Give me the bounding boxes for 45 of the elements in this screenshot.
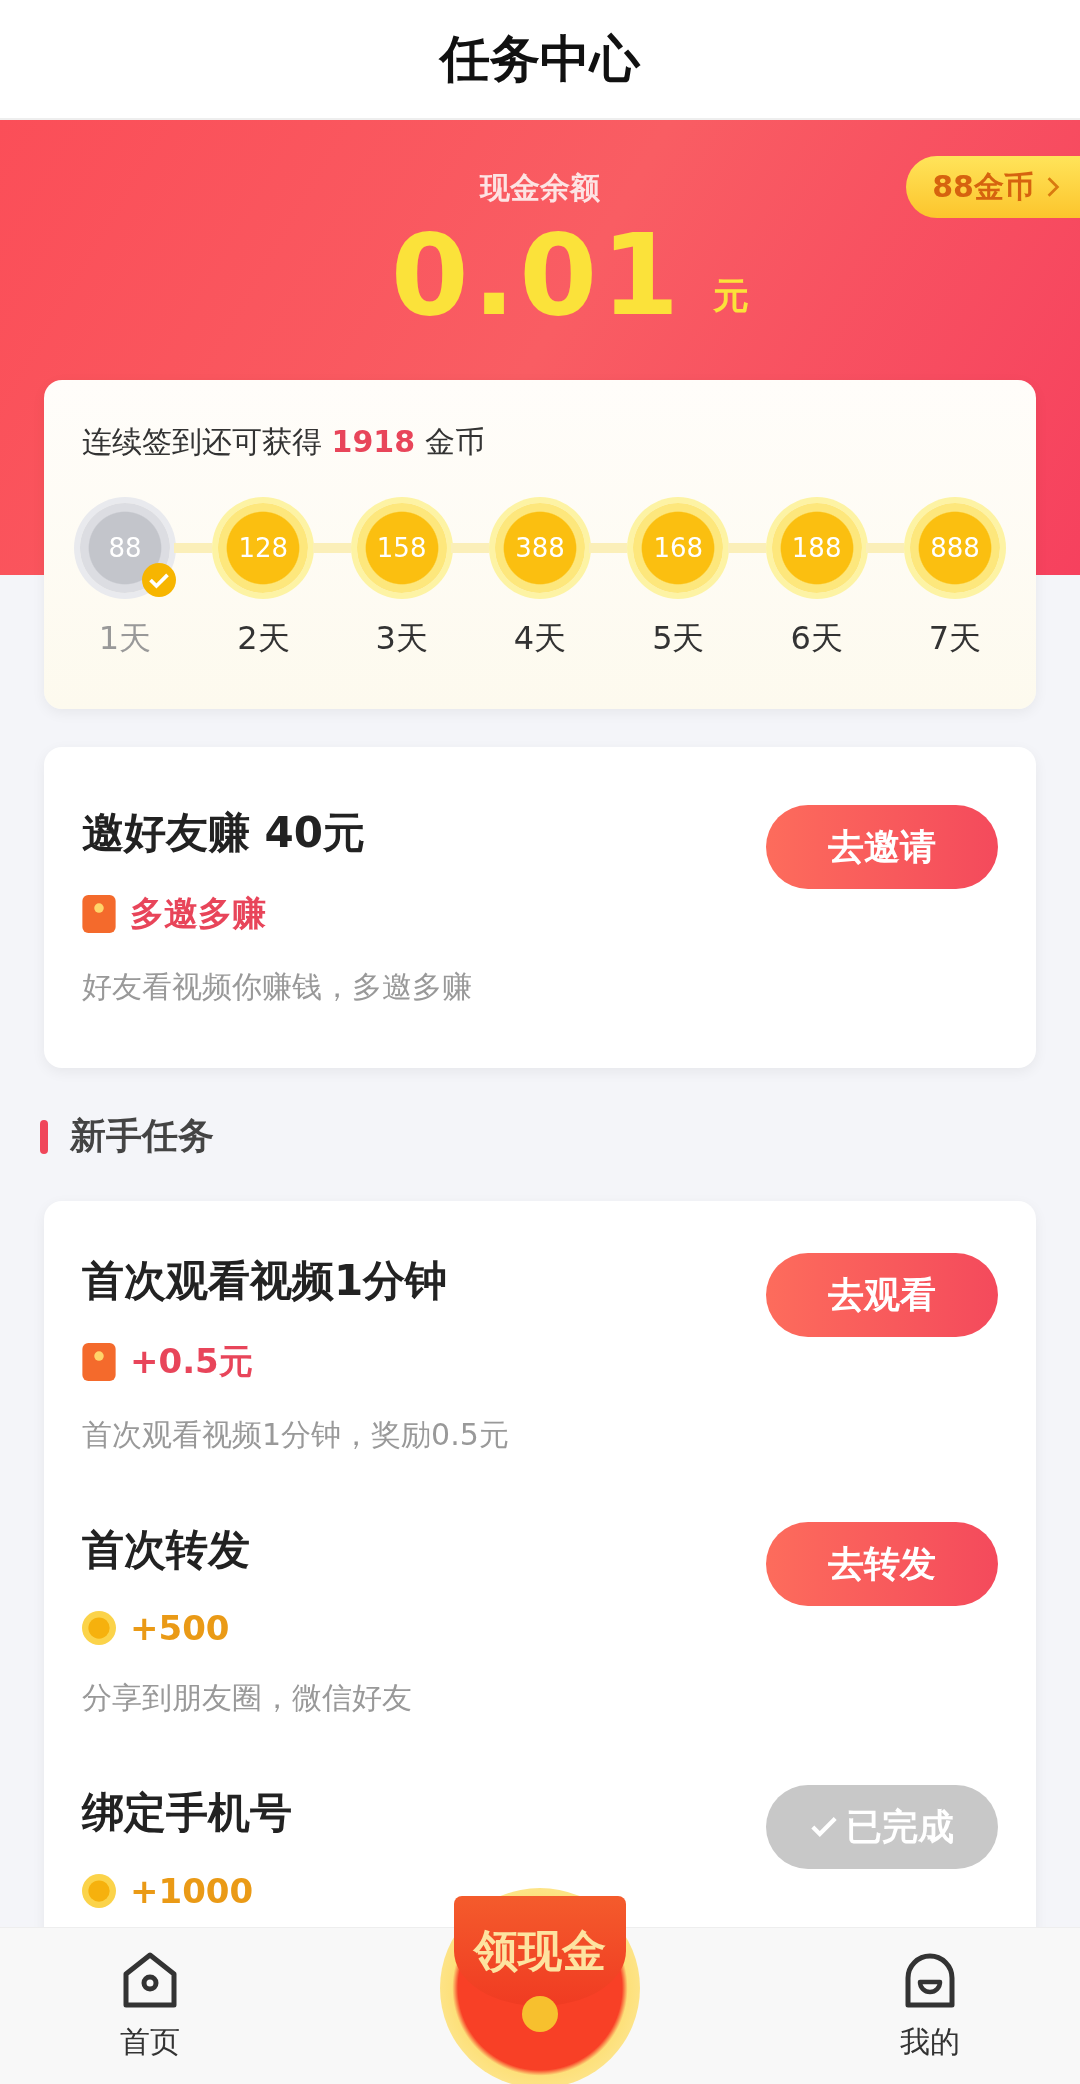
- day-label: 2天: [237, 618, 290, 659]
- coin-icon: [82, 1872, 116, 1910]
- day-label: 5天: [652, 618, 705, 659]
- task-description: 首次观看视频1分钟，奖励0.5元: [82, 1416, 509, 1454]
- profile-tab[interactable]: 我的: [900, 1928, 960, 2084]
- reward-text: 多邀多赚: [130, 892, 266, 935]
- currency-unit: 元: [713, 273, 750, 318]
- signin-text: 连续签到还可获得 1918 金币: [81, 423, 486, 461]
- coin-icon: [82, 1609, 116, 1647]
- task-description: 好友看视频你赚钱，多邀多赚: [82, 968, 472, 1006]
- task-title: 邀好友赚 40元: [82, 807, 367, 859]
- section-title: 新手任务: [70, 1114, 214, 1158]
- envelope-icon: [82, 895, 116, 933]
- progress-connector: [451, 543, 489, 553]
- page-title: 任务中心: [440, 28, 640, 90]
- reward-text: +0.5元: [130, 1340, 253, 1383]
- day-label: 3天: [375, 618, 428, 659]
- day-label: 7天: [928, 618, 982, 659]
- reward-text: +500: [130, 1608, 230, 1648]
- task-description: 分享到朋友圈，微信好友: [82, 1679, 412, 1717]
- reward-text: +1000: [130, 1871, 254, 1911]
- check-icon: [142, 563, 176, 597]
- task-button[interactable]: 去转发: [766, 1522, 998, 1606]
- task-title: 首次观看视频1分钟: [82, 1255, 449, 1307]
- progress-connector: [174, 543, 213, 553]
- progress-connector: [727, 543, 766, 553]
- section-marker: [40, 1119, 48, 1154]
- progress-connector: [865, 543, 904, 553]
- progress-connector: [312, 543, 351, 553]
- cash-envelope-button[interactable]: 领现金: [440, 1888, 640, 2084]
- coins-badge[interactable]: 88金币: [906, 156, 1080, 218]
- balance-label: 现金余额: [480, 169, 600, 207]
- balance-amount: 0.01: [390, 217, 684, 335]
- invite-button[interactable]: 去邀请: [766, 805, 998, 889]
- day-label: 1天: [98, 618, 152, 659]
- day-label: 4天: [513, 618, 567, 659]
- check-icon: [810, 1815, 838, 1839]
- day-label: 6天: [790, 618, 843, 659]
- task-title: 绑定手机号: [82, 1787, 292, 1839]
- home-tab[interactable]: 首页: [120, 1928, 180, 2084]
- progress-connector: [589, 543, 628, 553]
- envelope-icon: [82, 1343, 116, 1381]
- task-button[interactable]: 去观看: [766, 1253, 998, 1337]
- task-title: 首次转发: [82, 1524, 251, 1576]
- chevron-icon: [1046, 176, 1060, 198]
